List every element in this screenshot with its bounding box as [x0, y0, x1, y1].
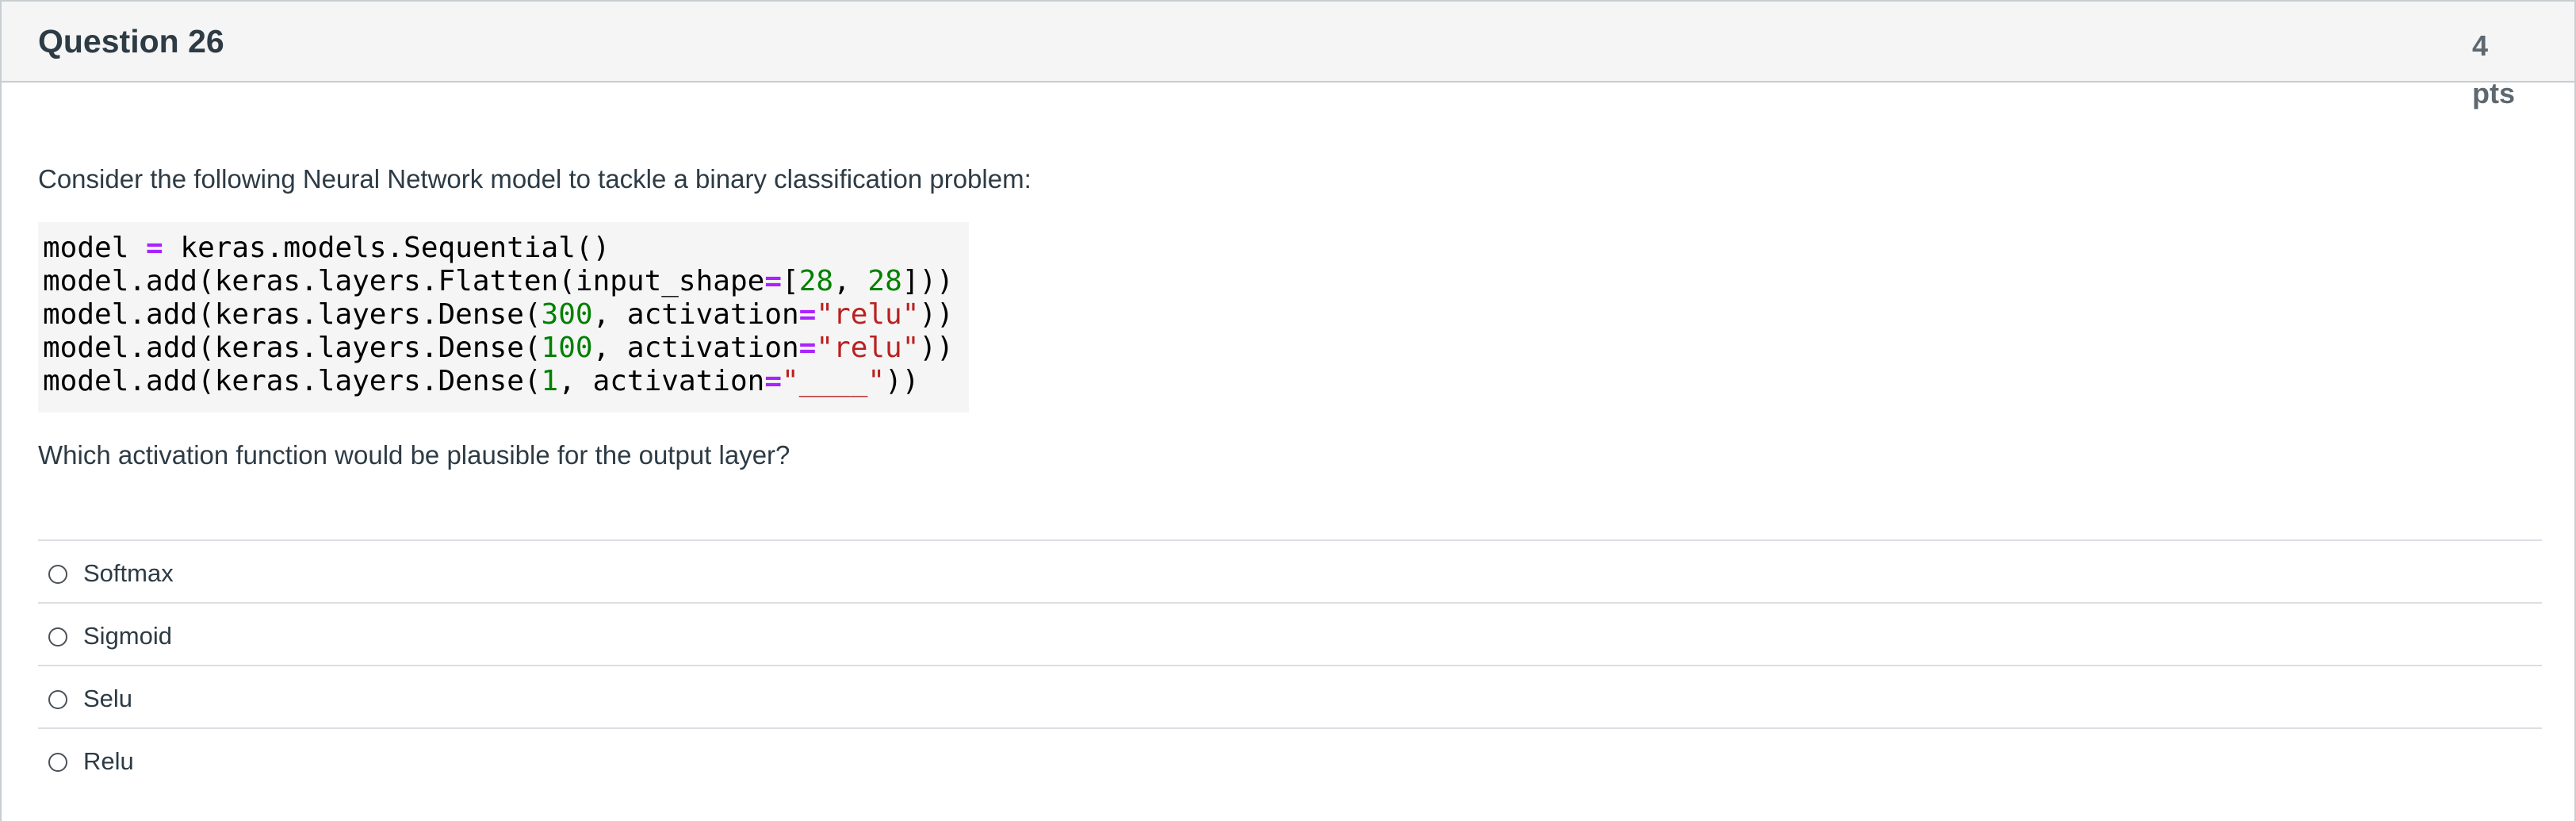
answer-label[interactable]: Softmax: [83, 558, 174, 589]
code-number: 28: [867, 265, 902, 297]
code-string: "____": [782, 365, 886, 397]
code-text: , activation: [558, 365, 765, 397]
question-points: 4 pts: [2472, 22, 2543, 117]
answer-label[interactable]: Sigmoid: [83, 620, 172, 652]
code-text: model.add(keras.layers.Dense(: [43, 298, 542, 331]
code-line: model = keras.models.Sequential(): [43, 232, 969, 265]
code-line: model.add(keras.layers.Dense(100, activa…: [43, 332, 969, 365]
code-operator: =: [798, 298, 817, 331]
points-unit: pts: [2472, 77, 2515, 109]
code-text: ])): [901, 265, 954, 297]
code-line: model.add(keras.layers.Dense(1, activati…: [43, 365, 969, 398]
radio-button[interactable]: [48, 565, 67, 584]
code-operator: =: [798, 332, 817, 364]
code-number: 300: [541, 298, 593, 331]
code-number: 1: [541, 365, 559, 397]
answer-option-softmax[interactable]: Softmax: [38, 539, 2542, 602]
question-followup: Which activation function would be plaus…: [38, 440, 790, 470]
radio-button[interactable]: [48, 753, 67, 772]
code-line: model.add(keras.layers.Dense(300, activa…: [43, 298, 969, 332]
code-text: ,: [833, 265, 868, 297]
code-operator: =: [764, 365, 783, 397]
code-string: "relu": [816, 298, 920, 331]
code-text: , activation: [592, 298, 799, 331]
code-text: [: [782, 265, 799, 297]
code-text: keras.models.Sequential(): [163, 232, 611, 264]
code-text: )): [885, 365, 920, 397]
answer-option-relu[interactable]: Relu: [38, 727, 2542, 790]
code-block: model = keras.models.Sequential() model.a…: [38, 222, 969, 412]
question-header: Question 26 4 pts: [2, 2, 2574, 109]
code-number: 100: [541, 332, 593, 364]
code-text: , activation: [592, 332, 799, 364]
code-operator: =: [146, 232, 163, 264]
answer-label[interactable]: Selu: [83, 683, 132, 715]
answer-label[interactable]: Relu: [83, 746, 134, 777]
code-text: )): [919, 332, 954, 364]
points-value: 4: [2472, 29, 2489, 62]
code-number: 28: [798, 265, 834, 297]
radio-button[interactable]: [48, 627, 67, 646]
code-text: model.add(keras.layers.Flatten(input_sha…: [43, 265, 765, 297]
radio-button[interactable]: [48, 690, 67, 709]
code-text: model: [43, 232, 147, 264]
code-text: model.add(keras.layers.Dense(: [43, 365, 542, 397]
answer-option-sigmoid[interactable]: Sigmoid: [38, 602, 2542, 665]
answer-option-selu[interactable]: Selu: [38, 665, 2542, 727]
code-string: "relu": [816, 332, 920, 364]
answer-list: Softmax Sigmoid Selu Relu: [38, 539, 2542, 790]
quiz-question: Question 26 4 pts Consider the following…: [0, 0, 2576, 821]
code-operator: =: [764, 265, 782, 297]
question-prompt: Consider the following Neural Network mo…: [38, 164, 1032, 194]
code-text: model.add(keras.layers.Dense(: [43, 332, 542, 364]
code-text: )): [919, 298, 954, 331]
code-line: model.add(keras.layers.Flatten(input_sha…: [43, 265, 969, 298]
question-title: Question 26: [38, 23, 224, 59]
